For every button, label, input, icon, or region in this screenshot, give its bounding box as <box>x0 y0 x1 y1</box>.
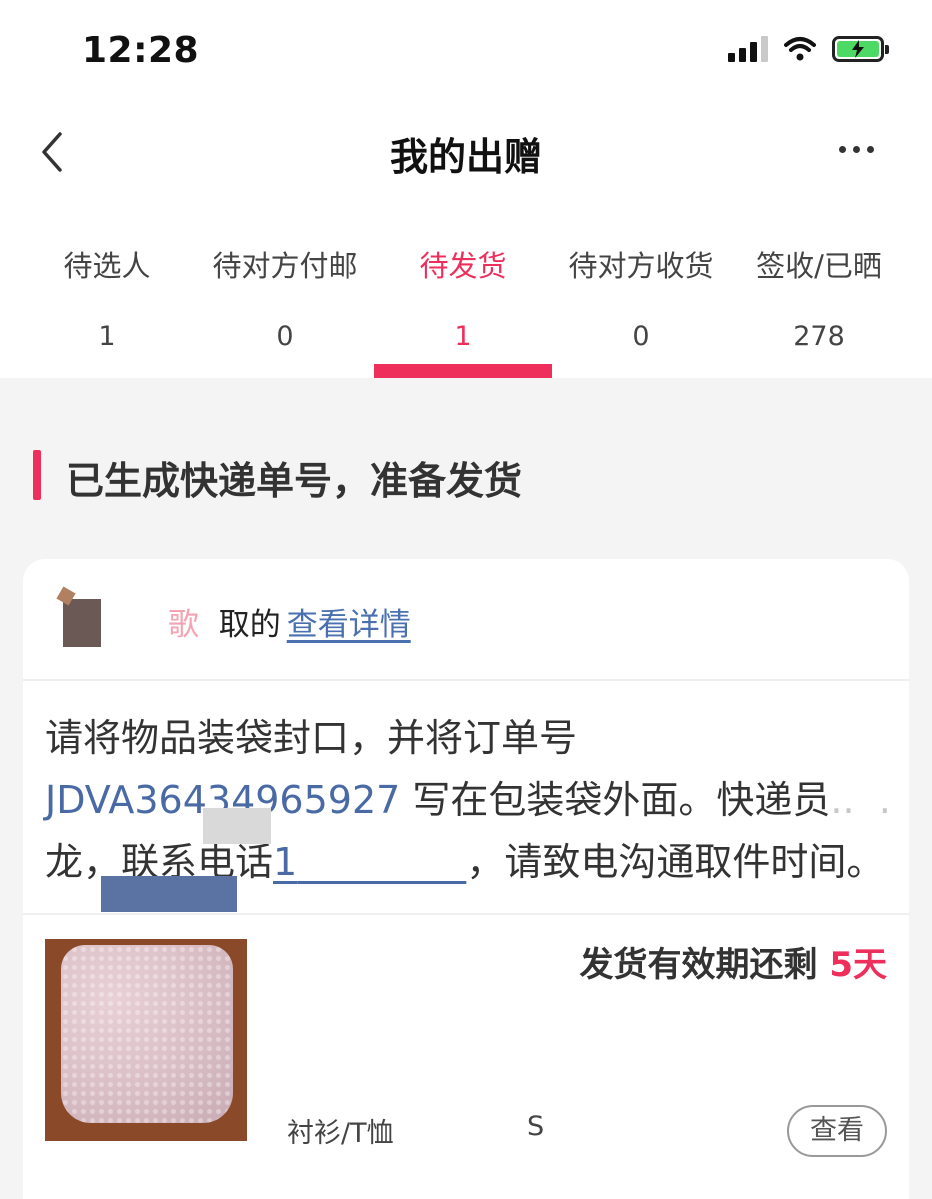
instr-text: 写在包装袋外面。快递员 <box>400 778 831 822</box>
product-category: 衬衫/T恤 <box>287 1118 394 1149</box>
view-details-link[interactable]: 查看详情 <box>287 607 411 643</box>
more-icon[interactable] <box>839 146 874 153</box>
shipping-deadline: 发货有效期还剩 5天 <box>579 937 887 986</box>
phone-number: 1 <box>273 840 298 884</box>
deadline-label: 发货有效期还剩 <box>579 945 830 985</box>
tab-label: 签收/已晒 <box>756 249 882 283</box>
tab-received-shared[interactable]: 签收/已晒 278 <box>730 243 908 378</box>
tab-label: 待对方收货 <box>568 249 714 283</box>
status-icons <box>728 36 889 62</box>
wifi-icon <box>784 37 816 61</box>
product-size: S <box>527 1111 545 1142</box>
avatar[interactable] <box>63 599 101 647</box>
instr-text: ，请致电沟通取件时间。 <box>466 840 885 884</box>
instr-text: 请将物品装袋封口，并将订单号 <box>45 716 578 760</box>
receiver-line: 歌 取的 查看详情 <box>168 599 411 644</box>
status-time: 12:28 <box>82 30 200 71</box>
status-tabs: 待选人 1 待对方付邮 0 待发货 1 待对方收货 0 签收/已晒 278 <box>18 243 908 378</box>
active-tab-indicator <box>374 364 552 378</box>
tab-pending-receipt[interactable]: 待对方收货 0 <box>552 243 730 378</box>
product-image[interactable] <box>45 939 247 1141</box>
divider <box>23 913 909 915</box>
shipment-card: 歌 取的 查看详情 请将物品装袋封口，并将订单号 JDVA36434965927 … <box>23 559 909 1199</box>
tab-label: 待选人 <box>63 249 151 283</box>
header-area: 12:28 我的出赠 待选人 1 待对方付邮 0 待发货 1 待对方收货 0 签… <box>0 0 932 378</box>
receiver-suffix: 取的 <box>218 607 281 643</box>
signal-icon <box>728 36 768 62</box>
tab-label: 待发货 <box>419 249 507 283</box>
page-title: 我的出赠 <box>389 135 542 179</box>
redaction-block <box>101 876 237 912</box>
shipping-instructions: 请将物品装袋封口，并将订单号 JDVA36434965927 写在包装袋外面。快… <box>45 716 891 884</box>
tab-count: 1 <box>98 321 116 352</box>
deadline-days: 5天 <box>829 945 887 985</box>
section-accent-bar <box>33 450 41 500</box>
tab-pending-postage[interactable]: 待对方付邮 0 <box>196 243 374 378</box>
phone-link[interactable]: 1 <box>273 840 466 884</box>
tab-pending-select[interactable]: 待选人 1 <box>18 243 196 378</box>
receiver-name: 歌 <box>168 607 199 643</box>
tab-count: 1 <box>454 321 472 352</box>
card-header: 歌 取的 查看详情 <box>23 559 909 681</box>
tab-pending-shipment[interactable]: 待发货 1 <box>374 243 552 378</box>
battery-icon <box>832 36 889 62</box>
view-button[interactable]: 查看 <box>787 1105 887 1157</box>
tab-count: 278 <box>793 321 845 352</box>
tab-count: 0 <box>276 321 294 352</box>
tab-label: 待对方付邮 <box>212 249 358 283</box>
tab-count: 0 <box>632 321 650 352</box>
section-title: 已生成快递单号，准备发货 <box>66 459 523 503</box>
redaction-block <box>203 808 271 844</box>
